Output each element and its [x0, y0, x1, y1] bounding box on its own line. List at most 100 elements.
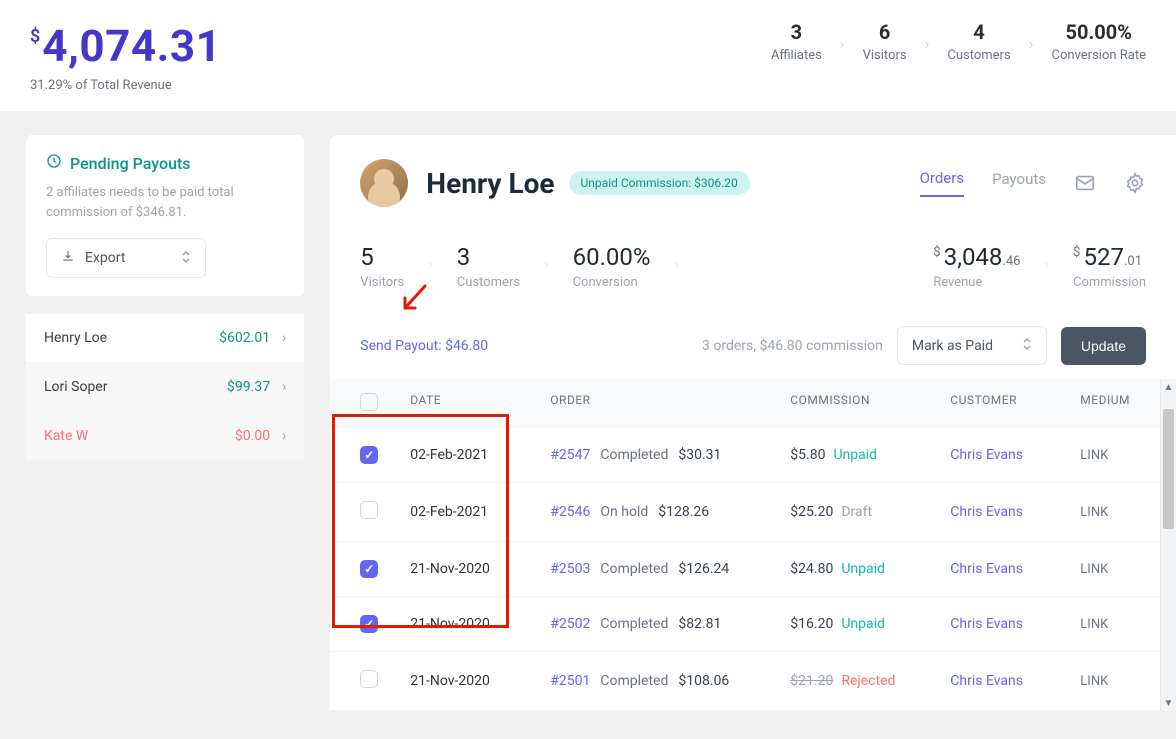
- col-customer: CUSTOMER: [950, 393, 1080, 414]
- row-checkbox[interactable]: [360, 501, 378, 519]
- chevron-right-icon: ›: [1029, 34, 1034, 53]
- header-stats: 3Affiliates›6Visitors›4Customers›50.00%C…: [771, 20, 1146, 63]
- content-panel: Henry Loe Unpaid Commission: $306.20 Ord…: [330, 135, 1176, 711]
- cell-date: 21-Nov-2020: [410, 561, 550, 577]
- order-status: On hold: [600, 504, 648, 520]
- sidebar-item-affiliate[interactable]: Kate W$0.00›: [26, 412, 304, 461]
- row-checkbox[interactable]: [360, 670, 378, 688]
- stat-value: 50.00%: [1052, 20, 1147, 44]
- stat-label: Customers: [457, 275, 520, 290]
- stat-label: Conversion Rate: [1052, 48, 1147, 63]
- order-id-link[interactable]: #2546: [550, 504, 590, 520]
- stat-value: 5: [360, 243, 404, 271]
- mark-select-label: Mark as Paid: [912, 338, 993, 354]
- order-amount: $128.26: [658, 504, 709, 520]
- chevron-right-icon: ›: [428, 255, 433, 273]
- row-checkbox[interactable]: [360, 446, 378, 464]
- customer-link[interactable]: Chris Evans: [950, 447, 1023, 463]
- affiliate-stat: 5Visitors: [360, 243, 404, 290]
- affiliate-item-amount: $99.37: [227, 379, 270, 395]
- customer-link[interactable]: Chris Evans: [950, 504, 1023, 520]
- medium-value: LINK: [1080, 562, 1108, 577]
- tab-orders[interactable]: Orders: [920, 169, 965, 197]
- col-date: DATE: [410, 393, 550, 414]
- pending-payouts-heading: Pending Payouts: [46, 153, 284, 173]
- revenue-subtitle: 31.29% of Total Revenue: [30, 78, 221, 93]
- select-chevrons-icon: [1022, 337, 1032, 354]
- medium-value: LINK: [1080, 617, 1108, 632]
- order-id-link[interactable]: #2501: [550, 673, 590, 689]
- content-header: Henry Loe Unpaid Commission: $306.20 Ord…: [330, 135, 1176, 225]
- commission-amount: $21.20: [790, 673, 833, 689]
- order-amount: $108.06: [678, 673, 729, 689]
- stat-value: $ 527.01: [1073, 243, 1146, 271]
- select-all-checkbox[interactable]: [360, 393, 378, 411]
- vertical-scrollbar[interactable]: ▲ ▼: [1160, 379, 1176, 711]
- revenue-block: $ 4,074.31 31.29% of Total Revenue: [30, 20, 221, 93]
- affiliate-stats: 5Visitors›3Customers›60.00%Conversion›$ …: [330, 225, 1176, 314]
- chevron-right-icon: ›: [282, 428, 286, 444]
- customer-link[interactable]: Chris Evans: [950, 561, 1023, 577]
- mail-icon[interactable]: [1074, 172, 1096, 194]
- revenue-currency: $: [30, 26, 40, 47]
- order-status: Completed: [600, 561, 668, 577]
- sidebar-item-affiliate[interactable]: Henry Loe$602.01›: [26, 314, 304, 363]
- tab-payouts[interactable]: Payouts: [992, 170, 1046, 196]
- stat-label: Affiliates: [771, 48, 822, 63]
- table-header: DATE ORDER COMMISSION CUSTOMER MEDIUM: [330, 379, 1160, 428]
- row-checkbox[interactable]: [360, 615, 378, 633]
- customer-link[interactable]: Chris Evans: [950, 673, 1023, 689]
- header-stat: 6 Visitors: [863, 20, 907, 63]
- commission-stat: $ 527.01Commission: [1073, 243, 1146, 290]
- scrollbar-thumb[interactable]: [1163, 409, 1174, 529]
- scroll-down-icon[interactable]: ▼: [1161, 695, 1176, 711]
- stat-value: 6: [863, 20, 907, 44]
- pending-payouts-text: 2 affiliates needs to be paid total comm…: [46, 183, 284, 222]
- orders-table: DATE ORDER COMMISSION CUSTOMER MEDIUM 02…: [330, 379, 1176, 711]
- header-stat: 4 Customers: [947, 20, 1010, 63]
- col-order: ORDER: [550, 393, 790, 414]
- cell-date: 21-Nov-2020: [410, 616, 550, 632]
- row-checkbox[interactable]: [360, 560, 378, 578]
- select-chevrons-icon: [181, 250, 191, 267]
- export-button[interactable]: Export: [46, 238, 206, 278]
- revenue-amount: 4,074.31: [42, 20, 221, 72]
- customer-link[interactable]: Chris Evans: [950, 616, 1023, 632]
- order-id-link[interactable]: #2502: [550, 616, 590, 632]
- update-button[interactable]: Update: [1061, 327, 1146, 365]
- affiliate-item-amount: $0.00: [235, 428, 270, 444]
- col-medium: MEDIUM: [1080, 393, 1130, 414]
- stat-label: Customers: [947, 48, 1010, 63]
- order-status: Completed: [600, 616, 668, 632]
- stat-value: 3: [457, 243, 520, 271]
- download-icon: [61, 249, 75, 267]
- action-bar: Send Payout: $46.80 3 orders, $46.80 com…: [330, 314, 1176, 379]
- send-payout-link[interactable]: Send Payout: $46.80: [360, 338, 488, 354]
- gear-icon[interactable]: [1124, 172, 1146, 194]
- stat-value: 3: [771, 20, 822, 44]
- table-row: 21-Nov-2020 #2503Completed$126.24 $24.80…: [330, 542, 1160, 597]
- commission-status: Rejected: [841, 673, 895, 689]
- stat-label: Visitors: [863, 48, 907, 63]
- order-id-link[interactable]: #2547: [550, 447, 590, 463]
- cell-date: 02-Feb-2021: [410, 504, 550, 520]
- affiliate-stat: 60.00%Conversion: [573, 243, 651, 290]
- header-stat: 50.00% Conversion Rate: [1052, 20, 1147, 63]
- sidebar-item-affiliate[interactable]: Lori Soper$99.37›: [26, 363, 304, 412]
- affiliate-list: Henry Loe$602.01›Lori Soper$99.37›Kate W…: [26, 314, 304, 461]
- chevron-right-icon: ›: [282, 379, 286, 395]
- medium-value: LINK: [1080, 505, 1108, 520]
- stat-value: 4: [947, 20, 1010, 44]
- commission-status: Draft: [841, 504, 872, 520]
- header-stat: 3 Affiliates: [771, 20, 822, 63]
- stat-label: Revenue: [933, 275, 1020, 290]
- orders-summary: 3 orders, $46.80 commission: [702, 338, 883, 354]
- order-id-link[interactable]: #2503: [550, 561, 590, 577]
- commission-status: Unpaid: [841, 561, 885, 577]
- stat-value: 60.00%: [573, 243, 651, 271]
- stat-value: $ 3,048.46: [933, 243, 1020, 271]
- scroll-up-icon[interactable]: ▲: [1161, 379, 1176, 395]
- top-header: $ 4,074.31 31.29% of Total Revenue 3 Affi…: [0, 0, 1176, 111]
- mark-as-paid-select[interactable]: Mark as Paid: [897, 326, 1047, 365]
- chevron-right-icon: ›: [674, 255, 679, 273]
